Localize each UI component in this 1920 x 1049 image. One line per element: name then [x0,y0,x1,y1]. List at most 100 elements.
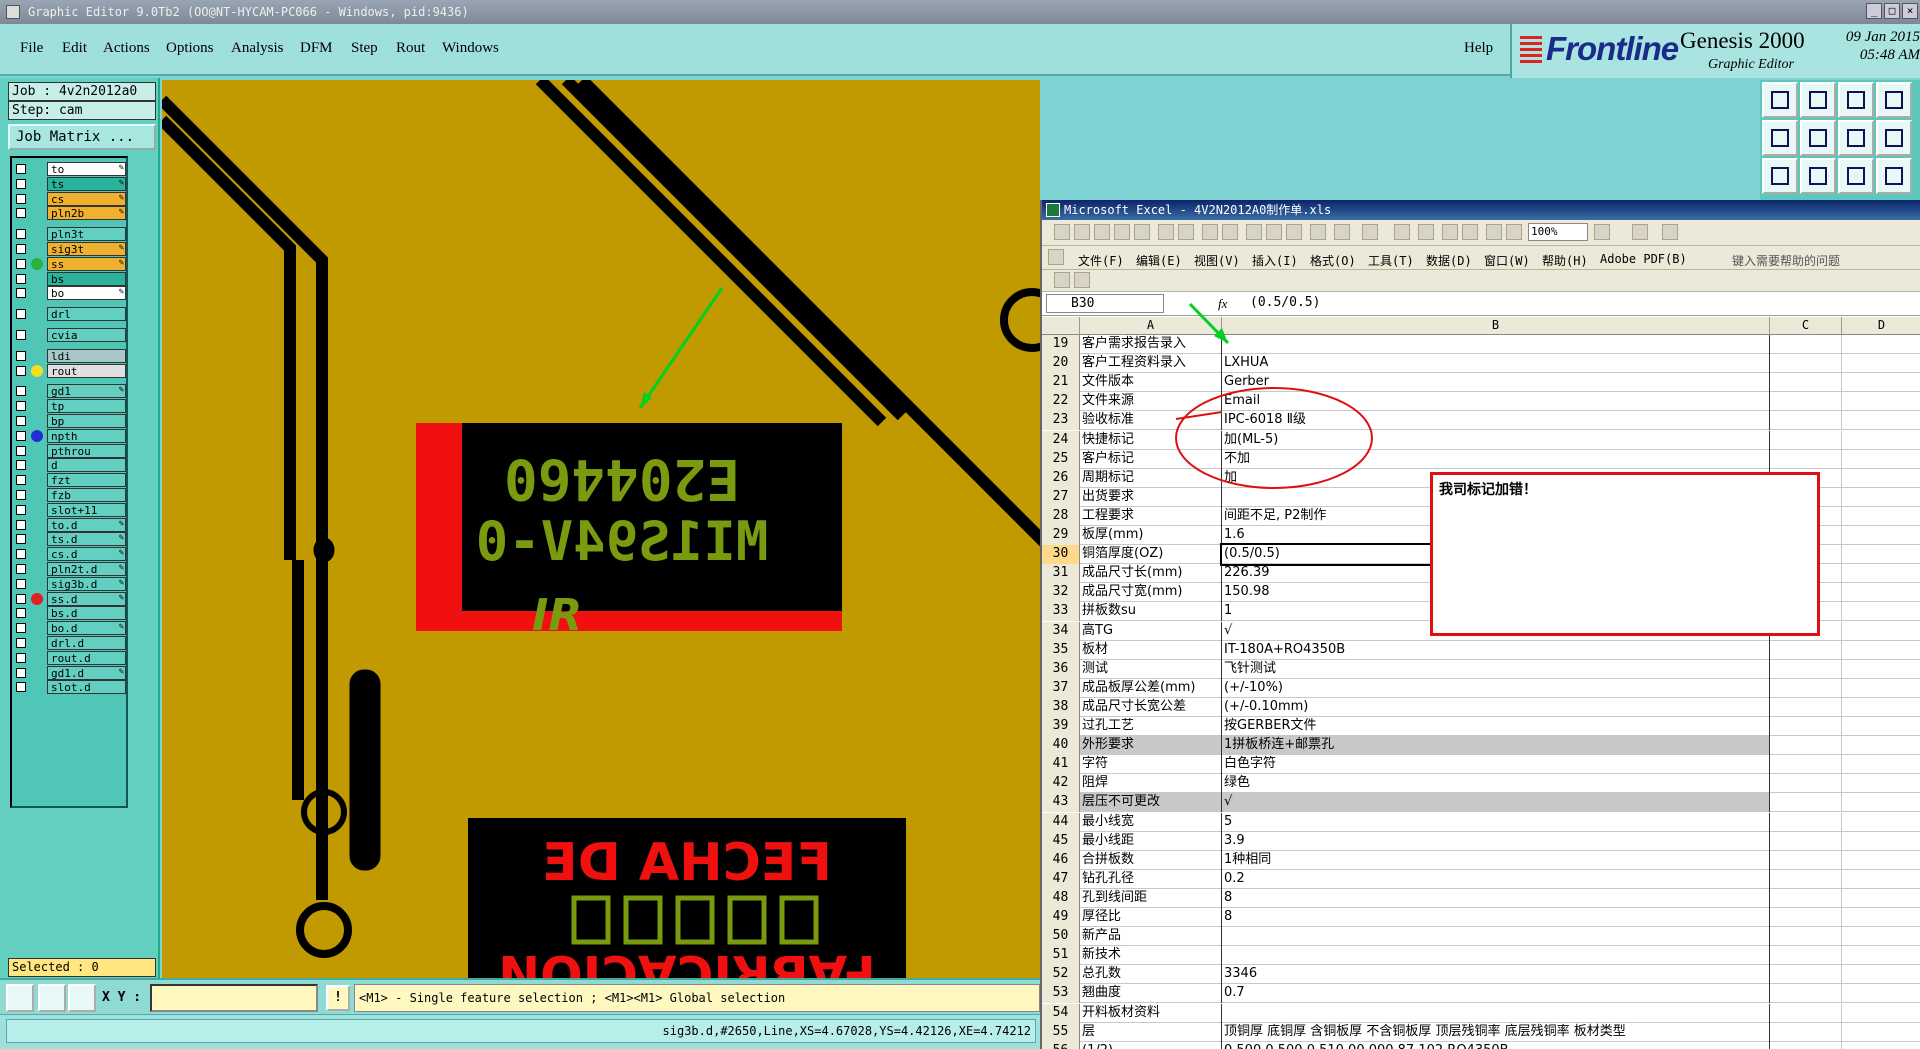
cell-d[interactable] [1842,488,1920,507]
layer-checkbox[interactable] [16,445,26,456]
row-number[interactable]: 28 [1042,506,1080,526]
cell-a[interactable]: 翘曲度 [1080,984,1222,1004]
layer-name[interactable]: tp [47,399,126,414]
row-number[interactable]: 20 [1042,354,1080,374]
tool-left-icon[interactable] [1762,120,1798,156]
row-number[interactable]: 21 [1042,373,1080,393]
cell-c[interactable] [1770,869,1842,889]
layer-row[interactable]: bo ✎ [14,286,126,301]
layer-checkbox[interactable] [16,460,26,471]
cell-d[interactable] [1842,927,1920,946]
row-number[interactable]: 41 [1042,755,1080,775]
cell-c[interactable] [1770,812,1842,832]
menu-dfm[interactable]: DFM [300,40,333,57]
cell-d[interactable] [1842,736,1920,755]
layer-name[interactable]: sig3t [47,242,126,256]
row-number[interactable]: 40 [1042,736,1080,756]
cell-a[interactable]: 层 [1080,1022,1222,1042]
cell-a[interactable]: 客户工程资料录入 [1080,354,1222,374]
row-number[interactable]: 56 [1042,1041,1080,1049]
layer-checkbox[interactable] [16,386,26,397]
cell-b[interactable]: IPC-6018 Ⅱ级 [1222,411,1770,431]
column-header-d[interactable]: D [1842,317,1920,335]
column-header-a[interactable]: A [1080,317,1222,335]
row-number[interactable]: 42 [1042,774,1080,794]
menu-options[interactable]: Options [166,40,214,57]
layer-checkbox[interactable] [16,416,26,426]
row-number[interactable]: 30 [1042,545,1080,565]
cell-d[interactable] [1842,851,1920,870]
row-number[interactable]: 33 [1042,602,1080,622]
cell-d[interactable] [1842,392,1920,411]
cell-c[interactable] [1770,373,1842,393]
layer-name[interactable]: ts.d [47,532,126,547]
cell-b[interactable]: Gerber [1222,373,1770,393]
cell-c[interactable] [1770,1041,1842,1049]
new-icon[interactable] [1054,224,1070,240]
cell-d[interactable] [1842,373,1920,392]
cell-d[interactable] [1842,431,1920,450]
row-number[interactable]: 51 [1042,946,1080,966]
cell-b[interactable]: 不加 [1222,449,1770,469]
spelling-icon[interactable] [1202,224,1218,240]
cell-c[interactable] [1770,965,1842,985]
tool-home-icon[interactable] [1838,82,1874,118]
layer-checkbox[interactable] [16,682,26,693]
cell-b[interactable]: 按GERBER文件 [1222,717,1770,736]
tool-measure-icon[interactable] [1876,158,1912,194]
tool-split-icon[interactable] [1876,82,1912,118]
menu-windows[interactable]: Windows [442,40,499,57]
cell-a[interactable]: 验收标准 [1080,411,1222,431]
row-number[interactable]: 54 [1042,1003,1080,1023]
cell-c[interactable] [1770,946,1842,966]
layer-checkbox[interactable] [16,365,26,376]
layer-checkbox[interactable] [16,549,26,560]
cell-b[interactable]: 1种相同 [1222,850,1770,870]
cell-a[interactable]: 字符 [1080,755,1222,775]
row-number[interactable]: 39 [1042,717,1080,736]
cell-d[interactable] [1842,965,1920,984]
cell-d[interactable] [1842,411,1920,430]
layer-checkbox[interactable] [16,208,26,219]
layer-name[interactable]: bo [47,286,126,301]
cell-b[interactable]: 0.2 [1222,869,1770,889]
layer-name[interactable]: gd1.d [47,665,126,680]
layer-name[interactable]: sig3b.d [47,576,126,591]
menu-edit[interactable]: Edit [62,40,87,57]
cell-b[interactable]: 加(ML-5) [1222,430,1770,450]
cell-b[interactable]: 3.9 [1222,831,1770,851]
formula-input[interactable]: (0.5/0.5) [1242,294,1912,313]
excel-menu-file[interactable]: 文件(F) [1078,252,1124,269]
layer-row[interactable]: pthrou [14,443,126,458]
autosum-icon[interactable] [1418,224,1434,240]
layer-name[interactable]: bs.d [47,606,126,621]
email-icon[interactable] [1134,224,1150,240]
cell-b[interactable] [1222,927,1770,947]
cell-c[interactable] [1770,908,1842,927]
cell-a[interactable]: (1/2) [1080,1041,1222,1049]
layer-checkbox[interactable] [16,309,26,320]
cell-a[interactable]: 周期标记 [1080,468,1222,488]
cell-d[interactable] [1842,793,1920,812]
layer-row[interactable]: ts.d ✎ [14,532,126,547]
cell-c[interactable] [1770,411,1842,431]
preview-icon[interactable] [1178,224,1194,240]
layer-row[interactable]: pln3t [14,227,126,242]
layer-row[interactable]: to.d ✎ [14,517,126,532]
row-number[interactable]: 29 [1042,526,1080,545]
cell-c[interactable] [1770,793,1842,813]
fx-icon[interactable]: fx [1218,296,1227,312]
cell-d[interactable] [1842,984,1920,1003]
layer-row[interactable]: cvia [14,328,126,342]
layer-row[interactable]: gd1 ✎ [14,384,126,399]
cell-a[interactable]: 钻孔孔径 [1080,869,1222,889]
cell-a[interactable]: 客户标记 [1080,449,1222,469]
cell-d[interactable] [1842,755,1920,774]
xy-input[interactable] [150,984,318,1012]
layer-name[interactable]: rout.d [47,650,126,665]
cell-a[interactable]: 总孔数 [1080,965,1222,985]
cell-a[interactable]: 孔到线间距 [1080,888,1222,908]
layer-checkbox[interactable] [16,638,26,648]
layer-checkbox[interactable] [16,258,26,269]
cell-a[interactable]: 成品尺寸宽(mm) [1080,583,1222,603]
